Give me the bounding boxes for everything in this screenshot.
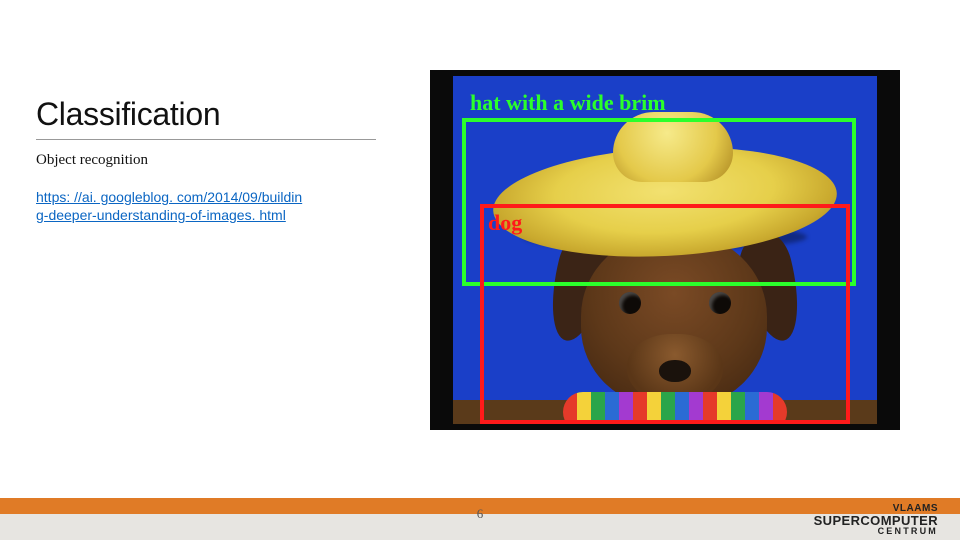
detections-figure: hat with a wide brim dog [430,70,900,430]
bbox-hat-label: hat with a wide brim [470,90,666,116]
logo-line3: CENTRUM [814,527,938,536]
slide: Classification Object recognition https:… [0,0,960,540]
source-link-line1: https: //ai. googleblog. com/2014/09/bui… [36,189,302,205]
footer: 6 VLAAMS SUPERCOMPUTER CENTRUM [0,486,960,540]
bbox-dog [480,204,850,424]
source-link-line2: g-deeper-understanding-of-images. html [36,207,286,223]
source-link[interactable]: https: //ai. googleblog. com/2014/09/bui… [36,189,346,224]
title-divider [36,139,376,140]
slide-title: Classification [36,96,416,133]
slide-subtitle: Object recognition [36,152,416,169]
text-column: Classification Object recognition https:… [36,96,416,225]
page-number: 6 [477,506,484,522]
logo: VLAAMS SUPERCOMPUTER CENTRUM [814,504,938,536]
bbox-dog-label: dog [488,210,522,236]
